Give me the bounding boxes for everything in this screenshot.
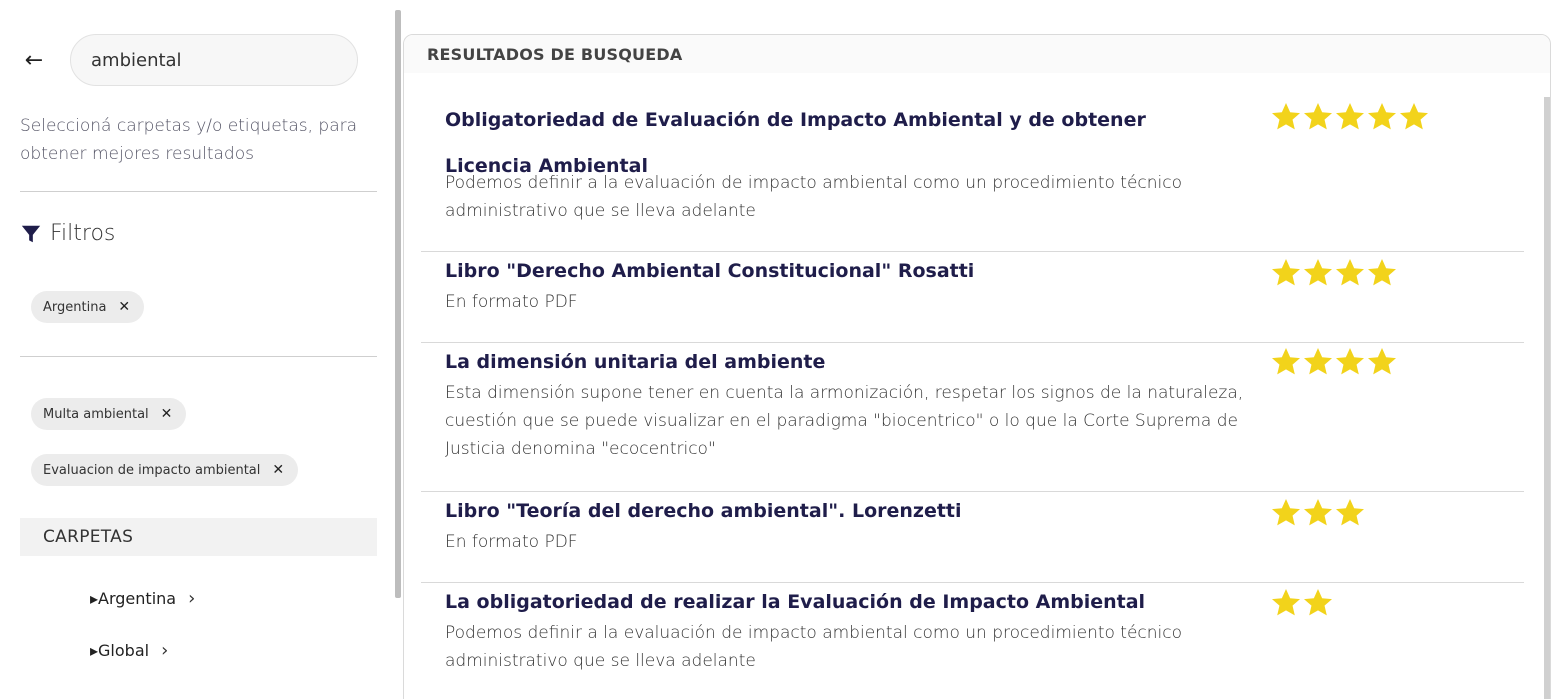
filters-label: Filtros	[50, 221, 116, 246]
folder-label: ▸Argentina	[90, 589, 177, 608]
star-icon	[1304, 259, 1332, 286]
star-icon	[1272, 499, 1300, 526]
star-icon	[1272, 589, 1300, 616]
divider	[20, 356, 377, 357]
sidebar: ← Seleccioná carpetas y/o etiquetas, par…	[0, 0, 400, 699]
result-description: Podemos definir a la evaluación de impac…	[445, 623, 1183, 671]
star-icon	[1272, 103, 1300, 130]
filter-icon	[21, 225, 41, 242]
divider	[20, 191, 377, 192]
results-panel: RESULTADOS DE BUSQUEDA Obligatoriedad de…	[403, 34, 1551, 699]
remove-chip-icon[interactable]: ✕	[118, 299, 130, 315]
rating-stars	[1270, 257, 1398, 289]
star-icon	[1336, 259, 1364, 286]
panel-splitter[interactable]	[395, 10, 401, 598]
rating-stars	[1270, 587, 1334, 619]
star-icon	[1304, 589, 1332, 616]
result-item: La obligatoriedad de realizar la Evaluac…	[421, 583, 1524, 693]
chip-label: Multa ambiental	[43, 406, 149, 422]
result-title[interactable]: La dimensión unitaria del ambiente	[445, 343, 1235, 381]
star-icon	[1336, 499, 1364, 526]
result-title[interactable]: Libro "Derecho Ambiental Constitucional"…	[445, 252, 1235, 290]
rating-stars	[1270, 101, 1430, 133]
folder-label: ▸Global	[90, 641, 150, 660]
star-icon	[1272, 348, 1300, 375]
star-icon	[1336, 103, 1364, 130]
result-title[interactable]: La obligatoriedad de realizar la Evaluac…	[445, 583, 1235, 621]
result-description: Esta dimensión supone tener en cuenta la…	[445, 383, 1244, 459]
result-description: En formato PDF	[445, 532, 578, 552]
result-title[interactable]: Libro "Teoría del derecho ambiental". Lo…	[445, 492, 1235, 530]
rating-stars	[1270, 497, 1366, 529]
folder-item-argentina[interactable]: ▸Argentina ›	[90, 588, 195, 609]
star-icon	[1368, 103, 1396, 130]
back-arrow-icon[interactable]: ←	[20, 46, 48, 74]
star-icon	[1368, 348, 1396, 375]
chip-label: Argentina	[43, 299, 107, 315]
search-input[interactable]	[91, 49, 357, 71]
result-description: Podemos definir a la evaluación de impac…	[445, 173, 1183, 221]
results-header: RESULTADOS DE BUSQUEDA	[404, 35, 1550, 73]
search-hint: Seleccioná carpetas y/o etiquetas, para …	[20, 116, 358, 164]
star-icon	[1336, 348, 1364, 375]
country-chip[interactable]: Argentina ✕	[31, 291, 145, 323]
filters-header: Filtros	[20, 221, 115, 246]
folders-header: CARPETAS	[20, 518, 377, 556]
remove-chip-icon[interactable]: ✕	[161, 406, 173, 422]
star-icon	[1368, 259, 1396, 286]
star-icon	[1304, 348, 1332, 375]
tag-chip[interactable]: Evaluacion de impacto ambiental ✕	[31, 454, 299, 486]
remove-chip-icon[interactable]: ✕	[272, 462, 284, 478]
tag-chip[interactable]: Multa ambiental ✕	[31, 398, 187, 430]
chip-label: Evaluacion de impacto ambiental	[43, 462, 261, 478]
scrollbar[interactable]	[1544, 97, 1550, 699]
rating-stars	[1270, 346, 1398, 378]
result-item: Libro "Derecho Ambiental Constitucional"…	[421, 252, 1524, 343]
star-icon	[1400, 103, 1428, 130]
star-icon	[1304, 103, 1332, 130]
folder-item-global[interactable]: ▸Global ›	[90, 640, 168, 661]
star-icon	[1304, 499, 1332, 526]
star-icon	[1272, 259, 1300, 286]
result-item: Libro "Teoría del derecho ambiental". Lo…	[421, 492, 1524, 583]
result-item: La dimensión unitaria del ambiente Esta …	[421, 343, 1524, 492]
search-box[interactable]	[70, 34, 358, 86]
result-item: Obligatoriedad de Evaluación de Impacto …	[421, 73, 1524, 252]
chevron-right-icon: ›	[188, 588, 196, 609]
result-description: En formato PDF	[445, 292, 578, 312]
chevron-right-icon: ›	[161, 640, 169, 661]
